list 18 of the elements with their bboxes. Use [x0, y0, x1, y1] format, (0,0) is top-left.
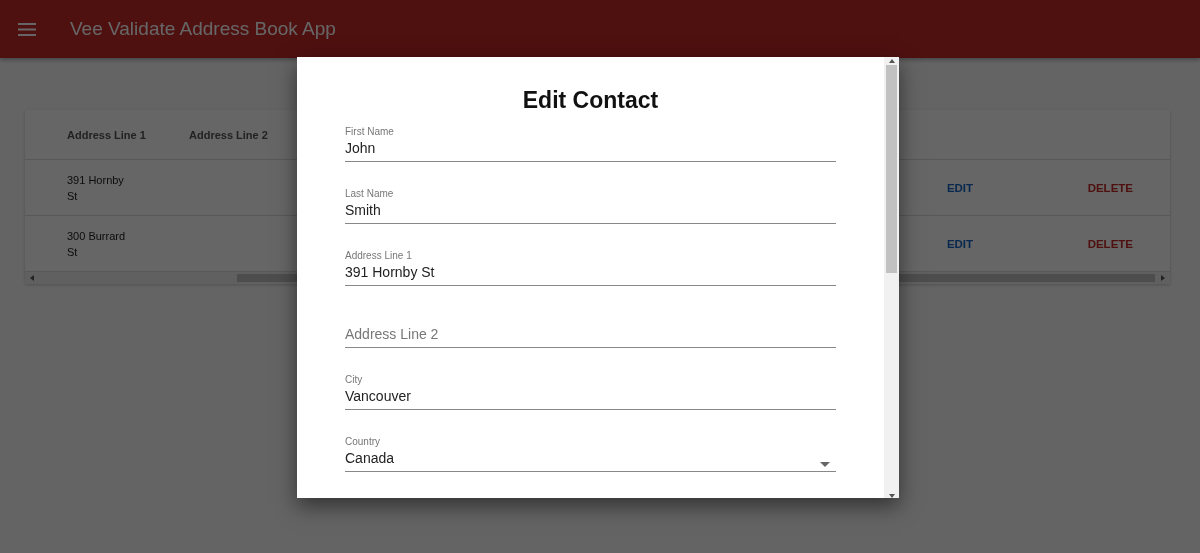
column-header: Address Line 1 [67, 128, 146, 141]
app-title: Vee Validate Address Book App [70, 18, 336, 40]
scroll-down-icon[interactable] [888, 492, 895, 498]
input-field[interactable]: Address Line 1 391 Hornby St [345, 250, 836, 286]
table-cell-text: 391 Hornby St [67, 172, 125, 204]
table-cell-text: 300 Burrard St [67, 228, 127, 260]
input-field[interactable]: City Vancouver [345, 374, 836, 410]
country-select[interactable]: Country Canada [345, 436, 836, 472]
column-header: Address Line 2 [189, 128, 268, 141]
input-field[interactable]: Last Name Smith [345, 188, 836, 224]
input-field[interactable]: Address Line 2 [345, 312, 836, 348]
input-field[interactable]: First Name John [345, 126, 836, 162]
scroll-right-icon[interactable] [1161, 275, 1167, 281]
scroll-left-icon[interactable] [28, 275, 34, 281]
menu-icon[interactable] [18, 22, 36, 36]
dropdown-caret-icon [820, 462, 830, 467]
scrollbar-thumb[interactable] [886, 65, 897, 273]
dialog-title: Edit Contact [521, 87, 660, 114]
